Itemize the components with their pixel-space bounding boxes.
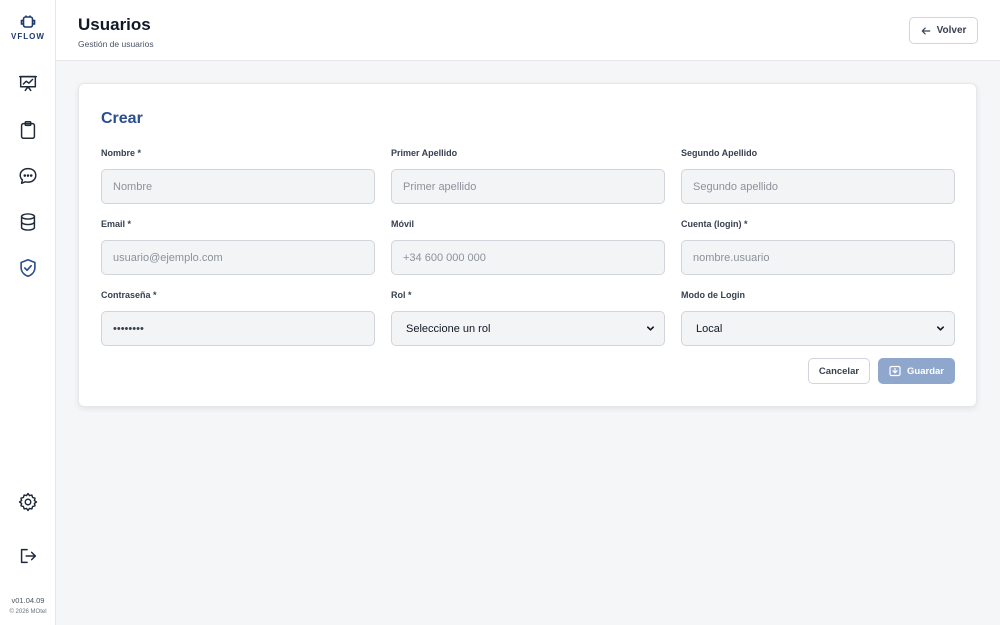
create-user-card: Crear Nombre * Primer Apellido Segundo A…	[78, 83, 977, 407]
chat-bubble-icon	[19, 167, 37, 185]
modo-login-selected-value: Local	[696, 322, 723, 335]
field-modo-login: Modo de Login Local	[681, 289, 955, 346]
sidebar-item-messages[interactable]	[16, 164, 40, 188]
field-nombre: Nombre *	[101, 147, 375, 204]
sidebar-item-dashboard[interactable]	[16, 72, 40, 96]
password-input[interactable]	[101, 311, 375, 346]
save-button-label: Guardar	[907, 365, 944, 377]
form-title: Crear	[101, 110, 143, 127]
field-label: Nombre *	[101, 148, 142, 158]
sidebar-item-security[interactable]	[16, 256, 40, 280]
field-label: Segundo Apellido	[681, 148, 758, 158]
field-label: Móvil	[391, 219, 415, 229]
chevron-down-icon	[936, 326, 945, 331]
logout-button[interactable]	[16, 544, 40, 568]
field-rol: Rol * Seleccione un rol	[391, 289, 665, 346]
shield-check-icon	[20, 258, 36, 278]
field-label: Cuenta (login) *	[681, 219, 748, 229]
settings-button[interactable]	[16, 490, 40, 514]
vflow-logo[interactable]: VFLOW	[0, 14, 56, 41]
field-label: Rol *	[391, 290, 412, 300]
presentation-chart-icon	[19, 75, 37, 92]
page-subtitle: Gestión de usuarios	[78, 39, 154, 49]
field-contrasena: Contraseña *	[101, 289, 375, 346]
field-cuenta-login: Cuenta (login) *	[681, 218, 955, 275]
save-button[interactable]: Guardar	[878, 358, 955, 384]
back-button-label: Volver	[936, 25, 967, 36]
page-header: Usuarios Gestión de usuarios Volver	[56, 0, 1000, 61]
field-segundo-apellido: Segundo Apellido	[681, 147, 955, 204]
field-label: Modo de Login	[681, 290, 745, 300]
field-movil: Móvil	[391, 218, 665, 275]
arrow-left-icon	[921, 27, 930, 34]
sidebar-item-database[interactable]	[16, 210, 40, 234]
field-email: Email *	[101, 218, 375, 275]
field-label: Email *	[101, 219, 132, 229]
rol-select[interactable]: Seleccione un rol	[391, 311, 665, 346]
nombre-input[interactable]	[101, 169, 375, 204]
cuenta-login-input[interactable]	[681, 240, 955, 275]
clipboard-icon	[20, 121, 36, 139]
primer-apellido-input[interactable]	[391, 169, 665, 204]
email-input[interactable]	[101, 240, 375, 275]
chevron-down-icon	[646, 326, 655, 331]
logout-icon	[20, 548, 37, 564]
segundo-apellido-input[interactable]	[681, 169, 955, 204]
app-version: v01.04.09	[11, 596, 45, 605]
modo-login-select[interactable]: Local	[681, 311, 955, 346]
logo-icon	[20, 15, 36, 28]
movil-input[interactable]	[391, 240, 665, 275]
sidebar-item-tasks[interactable]	[16, 118, 40, 142]
cancel-button[interactable]: Cancelar	[808, 358, 870, 384]
sidebar: VFLOW v01.04.09 © 2026 MOtel	[0, 0, 56, 625]
gear-icon	[18, 492, 38, 512]
rol-selected-value: Seleccione un rol	[406, 322, 491, 335]
database-icon	[20, 213, 36, 231]
field-label: Contraseña *	[101, 290, 157, 300]
logo-text: VFLOW	[11, 32, 45, 41]
field-label: Primer Apellido	[391, 148, 458, 158]
download-icon	[889, 365, 901, 377]
back-button[interactable]: Volver	[909, 17, 978, 44]
field-primer-apellido: Primer Apellido	[391, 147, 665, 204]
page-title: Usuarios	[78, 15, 151, 34]
copyright: © 2026 MOtel	[9, 609, 47, 615]
cancel-button-label: Cancelar	[818, 365, 860, 377]
